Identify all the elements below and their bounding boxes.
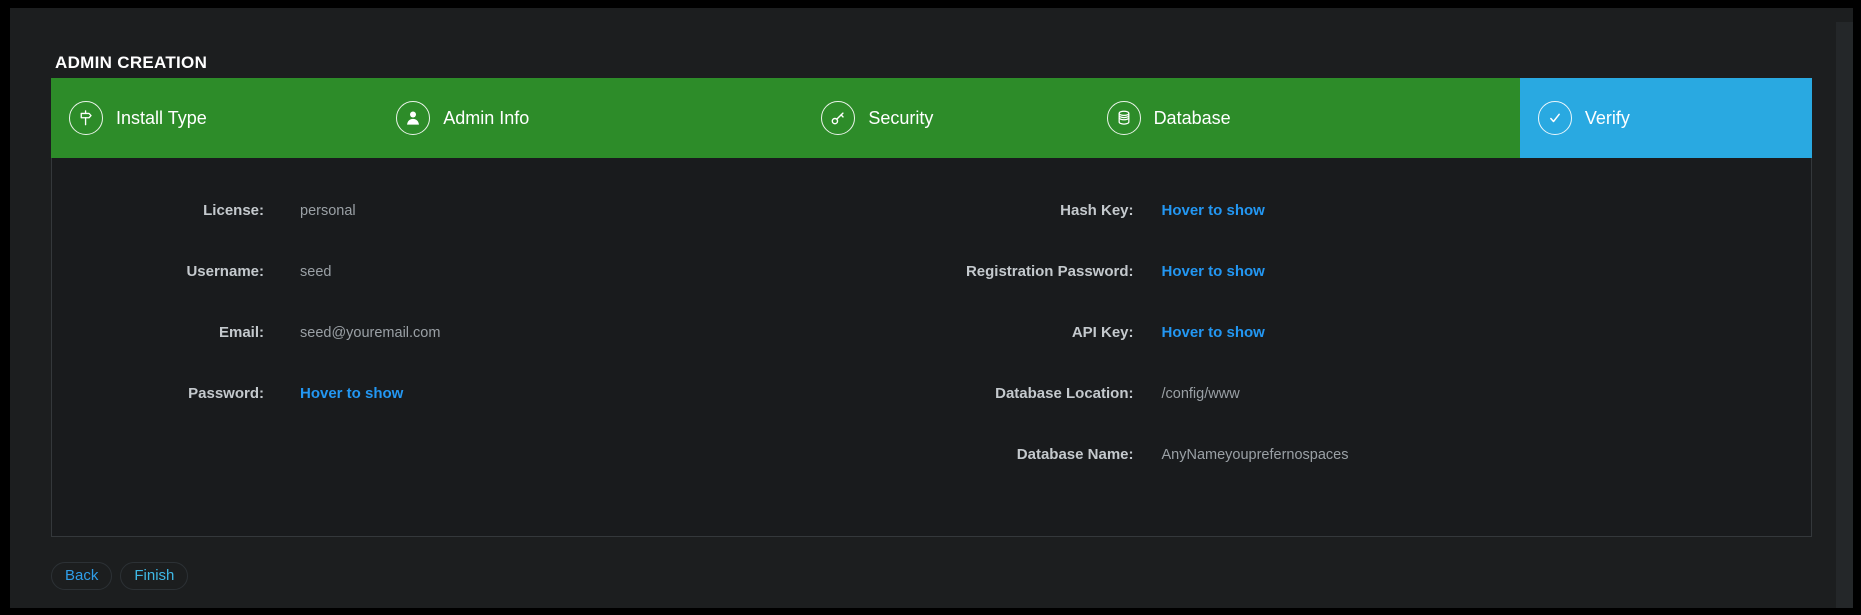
step-database[interactable]: Database xyxy=(1089,78,1520,158)
field-value: /config/www xyxy=(1162,386,1240,402)
field-value: seed@youremail.com xyxy=(300,325,440,341)
signpost-icon xyxy=(69,101,103,135)
step-label: Install Type xyxy=(116,108,207,129)
wizard-stepper: Install Type Admin Info Security Database Ve… xyxy=(51,78,1812,158)
finish-button[interactable]: Finish xyxy=(120,562,188,590)
verify-panel: License: personal Username: seed Email: seed@… xyxy=(51,158,1812,537)
field-row: API Key: Hover to show xyxy=(932,302,1812,363)
field-row: Password: Hover to show xyxy=(52,363,932,424)
field-label: License: xyxy=(52,202,264,219)
field-row: Database Location: /config/www xyxy=(932,363,1812,424)
field-label: Database Location: xyxy=(932,385,1134,402)
verify-column-right: Hash Key:Hover to showRegistration Passw… xyxy=(932,180,1812,536)
field-row: Database Name: AnyNameyouprefernospaces xyxy=(932,424,1812,485)
key-icon xyxy=(821,101,855,135)
hover-to-show-link[interactable]: Hover to show xyxy=(1162,263,1265,280)
check-icon xyxy=(1538,101,1572,135)
field-label: Hash Key: xyxy=(932,202,1134,219)
step-label: Admin Info xyxy=(443,108,529,129)
field-row: License: personal xyxy=(52,180,932,241)
field-value: AnyNameyouprefernospaces xyxy=(1162,447,1349,463)
wizard-footer: Back Finish xyxy=(51,562,1812,590)
person-icon xyxy=(396,101,430,135)
step-verify[interactable]: Verify xyxy=(1520,78,1812,158)
field-label: Database Name: xyxy=(932,446,1134,463)
admin-creation-wizard: Install Type Admin Info Security Database Ve… xyxy=(51,78,1812,537)
scrollbar[interactable] xyxy=(1836,22,1853,608)
database-icon xyxy=(1107,101,1141,135)
page-title: ADMIN CREATION xyxy=(55,54,1853,71)
step-install-type[interactable]: Install Type xyxy=(51,78,378,158)
step-label: Security xyxy=(868,108,933,129)
field-row: Username: seed xyxy=(52,241,932,302)
hover-to-show-link[interactable]: Hover to show xyxy=(1162,324,1265,341)
field-label: Registration Password: xyxy=(932,263,1134,280)
step-admin-info[interactable]: Admin Info xyxy=(378,78,803,158)
step-label: Verify xyxy=(1585,108,1630,129)
field-row: Email: seed@youremail.com xyxy=(52,302,932,363)
field-value: seed xyxy=(300,264,331,280)
field-label: Email: xyxy=(52,324,264,341)
step-label: Database xyxy=(1154,108,1231,129)
hover-to-show-link[interactable]: Hover to show xyxy=(300,385,403,402)
field-row: Hash Key: Hover to show xyxy=(932,180,1812,241)
verify-column-left: License: personal Username: seed Email: seed@… xyxy=(52,180,932,536)
field-label: Username: xyxy=(52,263,264,280)
field-label: Password: xyxy=(52,385,264,402)
hover-to-show-link[interactable]: Hover to show xyxy=(1162,202,1265,219)
setup-page: ADMIN CREATION Install Type Admin Info Sec… xyxy=(10,8,1853,608)
step-security[interactable]: Security xyxy=(803,78,1088,158)
field-row: Registration Password: Hover to show xyxy=(932,241,1812,302)
back-button[interactable]: Back xyxy=(51,562,112,590)
field-value: personal xyxy=(300,203,356,219)
field-label: API Key: xyxy=(932,324,1134,341)
